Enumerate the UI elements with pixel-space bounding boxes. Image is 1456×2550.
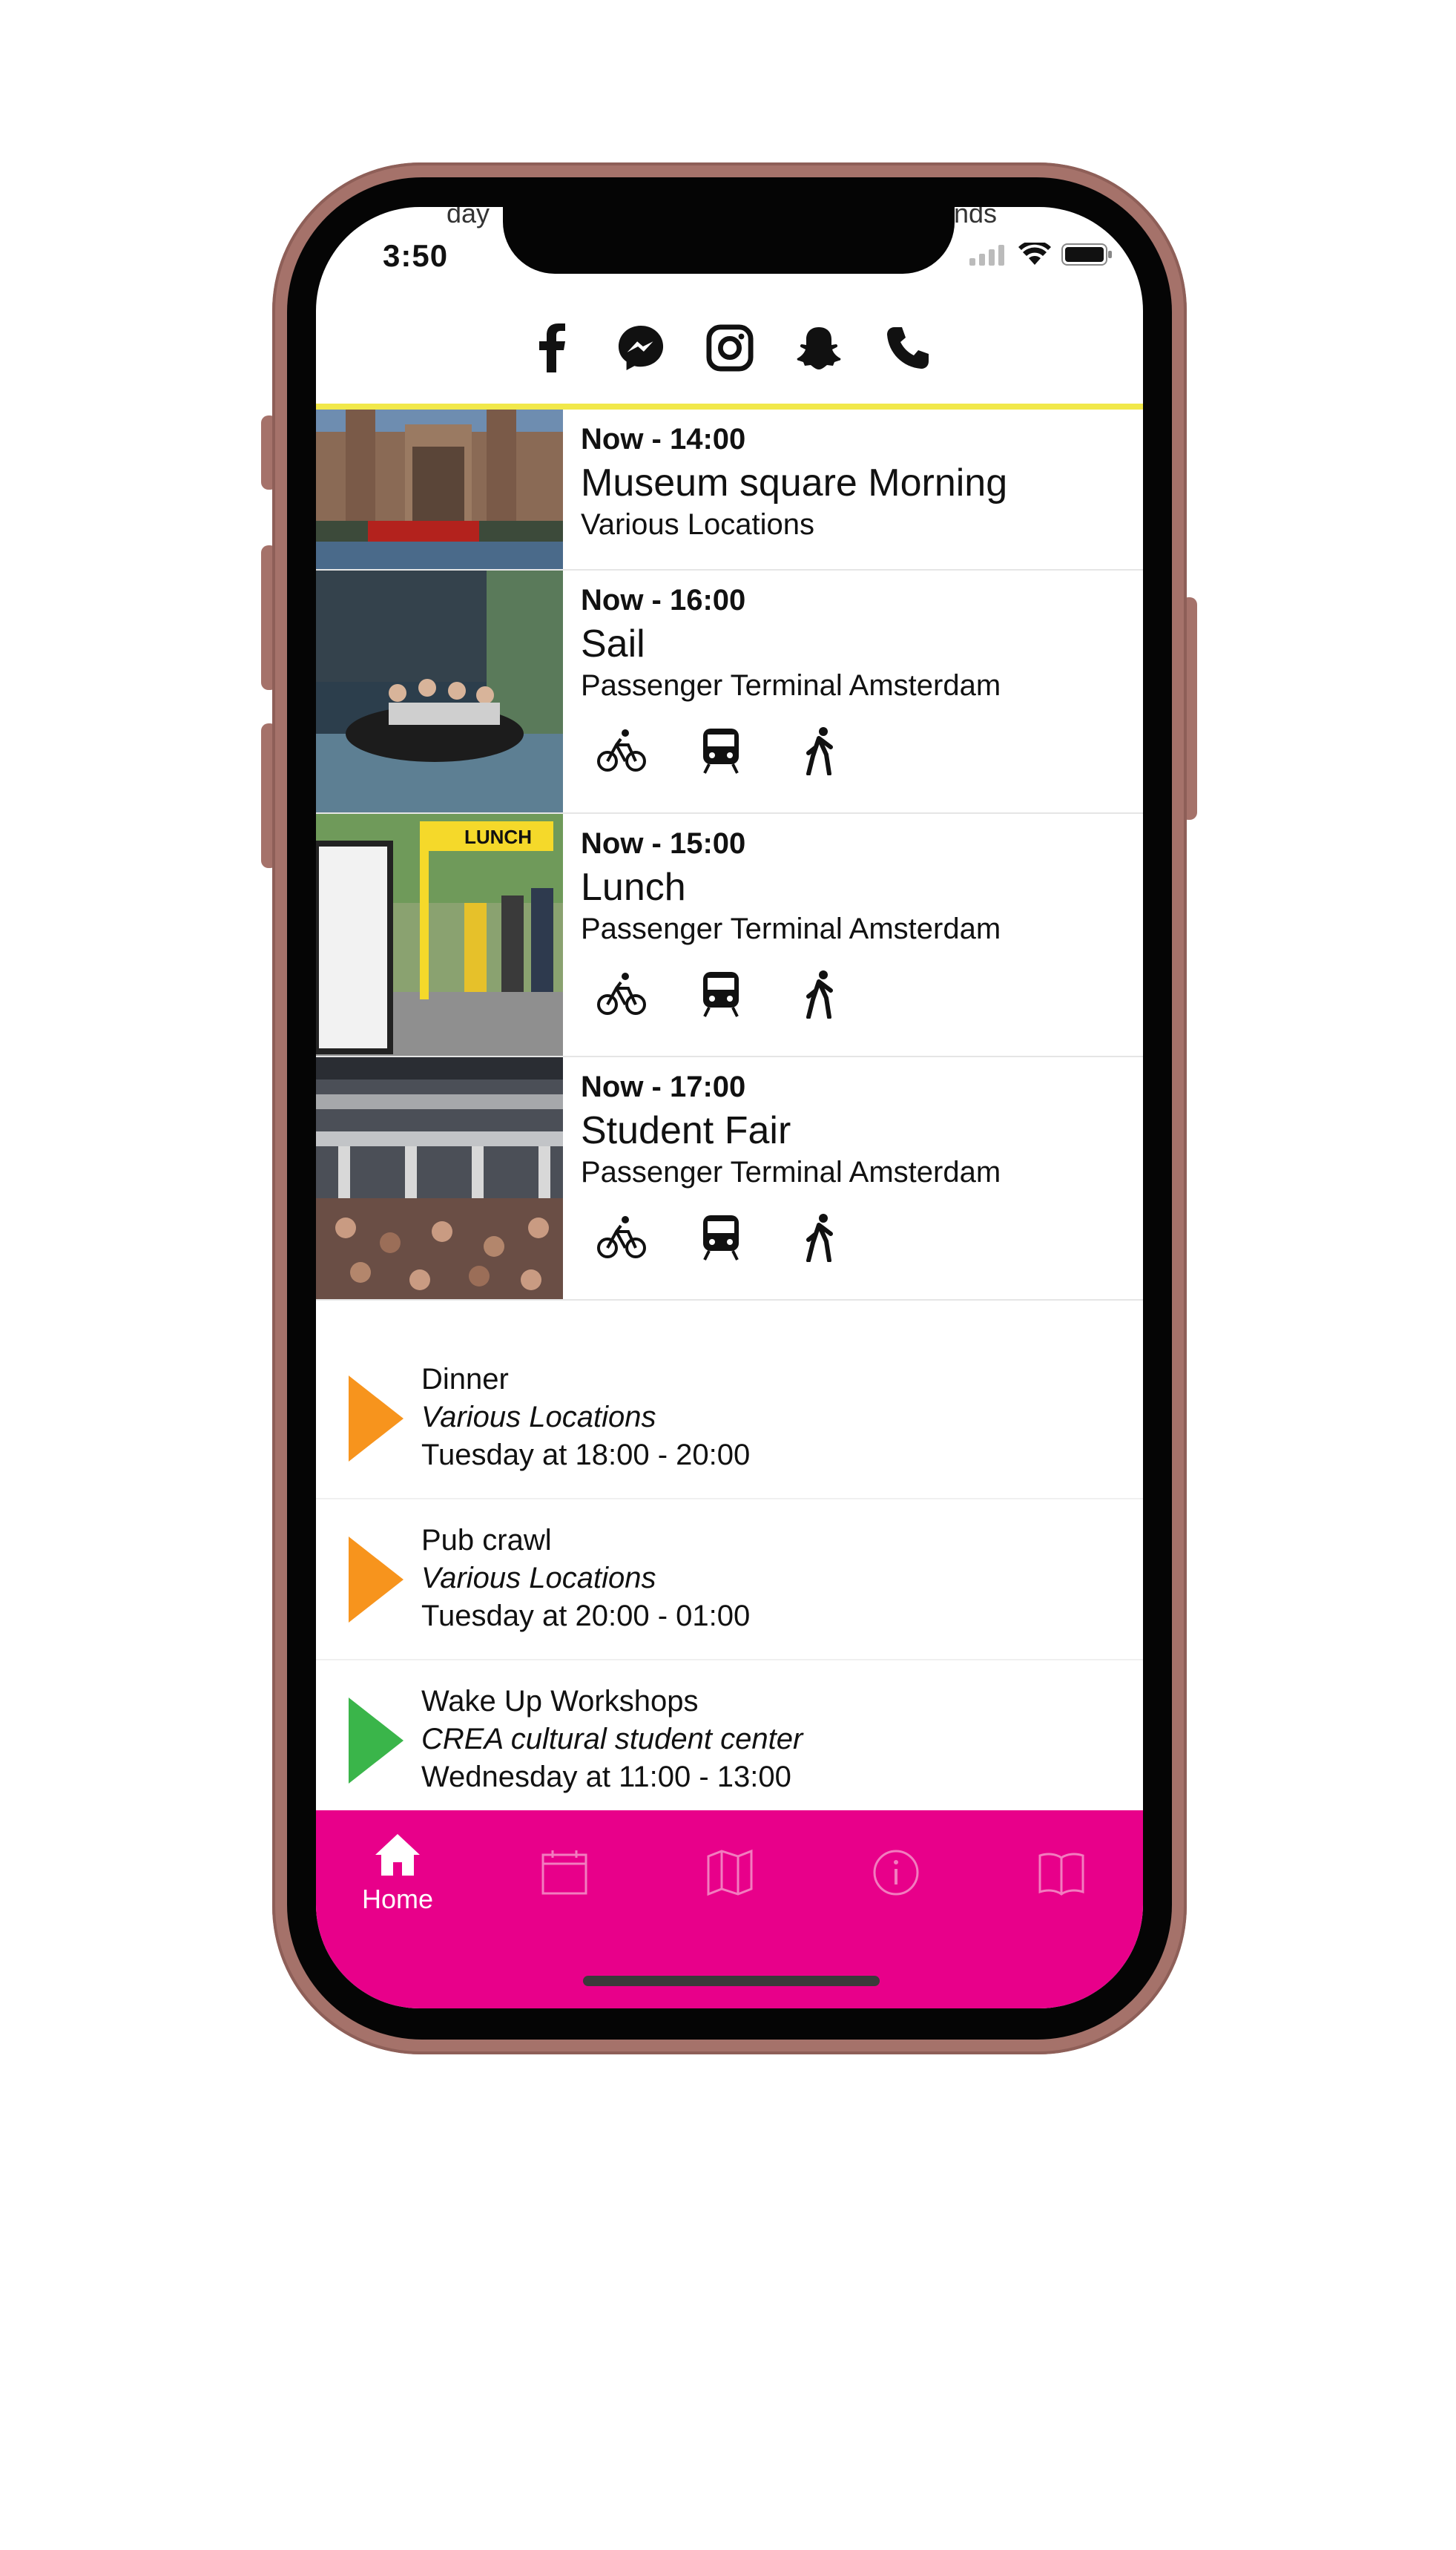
info-icon <box>872 1850 920 1899</box>
list-item-title: Pub crawl <box>421 1524 552 1557</box>
play-marker-icon <box>349 1537 403 1623</box>
play-marker-icon <box>349 1376 403 1462</box>
play-marker-icon <box>349 1698 403 1784</box>
social-bar <box>316 292 1143 410</box>
transport-options <box>581 725 1125 777</box>
event-title: Sail <box>581 622 645 666</box>
tab-calendar[interactable] <box>509 1849 620 1900</box>
status-time: 3:50 <box>383 238 449 273</box>
event-title: Lunch <box>581 866 686 909</box>
event-list: Now - 14:00 Museum square Morning Variou… <box>316 410 1143 1301</box>
list-item-text: Wake Up Workshops CREA cultural student … <box>421 1683 803 1796</box>
tab-home[interactable]: Home <box>342 1833 453 1915</box>
calendar-icon <box>541 1850 588 1899</box>
event-details: Now - 14:00 Museum square Morning Variou… <box>563 410 1143 569</box>
list-item-location: CREA cultural student center <box>421 1723 803 1755</box>
list-item[interactable]: Pub crawl Various Locations Tuesday at 2… <box>316 1499 1143 1660</box>
book-icon <box>1038 1853 1085 1899</box>
tab-info[interactable] <box>840 1849 952 1900</box>
list-item[interactable]: Dinner Various Locations Tuesday at 18:0… <box>316 1338 1143 1499</box>
home-icon <box>374 1834 421 1880</box>
map-icon <box>706 1849 754 1899</box>
snapchat-icon[interactable] <box>795 324 843 372</box>
phone-icon[interactable] <box>884 324 932 372</box>
facebook-icon[interactable] <box>528 323 576 372</box>
event-row[interactable]: Now - 17:00 Student Fair Passenger Termi… <box>316 1057 1143 1301</box>
event-time: Now - 16:00 <box>581 584 746 617</box>
event-time: Now - 17:00 <box>581 1071 746 1103</box>
list-item-location: Various Locations <box>421 1562 656 1594</box>
list-item-when: Tuesday at 18:00 - 20:00 <box>421 1439 751 1471</box>
scrolled-text-right: nds <box>954 207 998 229</box>
tab-home-label: Home <box>361 1884 434 1914</box>
list-item[interactable]: Wake Up Workshops CREA cultural student … <box>316 1660 1143 1821</box>
list-item-when: Tuesday at 20:00 - 01:00 <box>421 1600 751 1632</box>
event-row[interactable]: LUNCH Now - 15:00 Lunch Passenger Termin… <box>316 814 1143 1057</box>
wifi-icon <box>1018 240 1051 270</box>
notch <box>503 207 955 274</box>
event-row[interactable]: Now - 14:00 Museum square Morning Variou… <box>316 410 1143 571</box>
event-details: Now - 17:00 Student Fair Passenger Termi… <box>563 1057 1143 1299</box>
tab-map[interactable] <box>674 1849 785 1900</box>
event-title: Student Fair <box>581 1109 791 1152</box>
transport-options <box>581 968 1125 1020</box>
train-icon[interactable] <box>695 1212 747 1264</box>
walk-icon[interactable] <box>794 725 846 777</box>
event-details: Now - 16:00 Sail Passenger Terminal Amst… <box>563 571 1143 812</box>
event-time: Now - 15:00 <box>581 827 746 860</box>
battery-icon <box>1061 243 1113 270</box>
train-icon[interactable] <box>695 725 747 777</box>
bicycle-icon[interactable] <box>596 1212 648 1264</box>
list-item-title: Wake Up Workshops <box>421 1685 699 1718</box>
tab-guide[interactable] <box>1006 1849 1117 1900</box>
event-location: Passenger Terminal Amsterdam <box>581 913 1001 945</box>
transport-options <box>581 1212 1125 1264</box>
bicycle-icon[interactable] <box>596 725 648 777</box>
train-icon[interactable] <box>695 968 747 1020</box>
list-item-location: Various Locations <box>421 1401 656 1433</box>
event-thumbnail-museum <box>316 410 563 569</box>
instagram-icon[interactable] <box>705 324 754 372</box>
walk-icon[interactable] <box>794 1212 846 1264</box>
bicycle-icon[interactable] <box>596 968 648 1020</box>
app-screen: day nds 3:50 Now - 14:00 Museum square M… <box>316 207 1143 2008</box>
event-time: Now - 14:00 <box>581 423 746 456</box>
event-thumbnail-sail <box>316 571 563 812</box>
status-icons <box>969 240 1113 270</box>
event-location: Passenger Terminal Amsterdam <box>581 1156 1001 1189</box>
svg-text:LUNCH: LUNCH <box>464 826 532 848</box>
list-item-when: Wednesday at 11:00 - 13:00 <box>421 1761 791 1793</box>
messenger-icon[interactable] <box>617 324 665 372</box>
list-item-text: Dinner Various Locations Tuesday at 18:0… <box>421 1361 750 1474</box>
event-location: Passenger Terminal Amsterdam <box>581 669 1001 702</box>
list-item-text: Pub crawl Various Locations Tuesday at 2… <box>421 1522 750 1635</box>
event-location: Various Locations <box>581 508 814 541</box>
event-row[interactable]: Now - 16:00 Sail Passenger Terminal Amst… <box>316 571 1143 814</box>
event-thumbnail-lunch: LUNCH <box>316 814 563 1056</box>
list-item-title: Dinner <box>421 1363 509 1396</box>
event-thumbnail-fair <box>316 1057 563 1299</box>
signal-icon <box>969 243 1008 269</box>
event-title: Museum square Morning <box>581 461 1008 505</box>
home-indicator <box>583 1976 880 1986</box>
event-details: Now - 15:00 Lunch Passenger Terminal Ams… <box>563 814 1143 1056</box>
scrolled-text-left: day <box>447 207 490 229</box>
upcoming-list: Dinner Various Locations Tuesday at 18:0… <box>316 1338 1143 1821</box>
walk-icon[interactable] <box>794 968 846 1020</box>
